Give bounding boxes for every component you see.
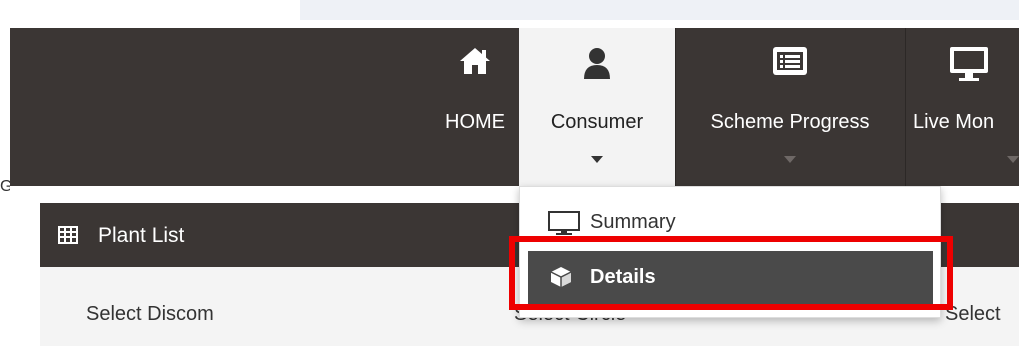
desktop-icon — [949, 46, 1019, 82]
nav-scheme-progress[interactable]: Scheme Progress — [675, 28, 905, 186]
left-edge-fragment: G — [0, 178, 10, 195]
panel-title: Plant List — [98, 224, 185, 247]
main-navbar: HOME Consumer Scheme Progress Live Mon — [10, 28, 1019, 186]
nav-scheme-progress-label: Scheme Progress — [710, 111, 870, 133]
select-third-label: Select — [945, 303, 1001, 325]
chevron-down-icon — [1007, 156, 1019, 163]
list-icon — [675, 46, 905, 76]
user-icon — [519, 46, 675, 80]
cube-icon — [550, 266, 572, 294]
menu-item-summary-label: Summary — [590, 211, 676, 233]
nav-home-label: HOME — [445, 111, 505, 133]
menu-item-details[interactable]: Details — [528, 251, 933, 305]
table-icon — [58, 226, 78, 249]
top-strip — [300, 0, 1019, 20]
chevron-down-icon — [591, 156, 603, 163]
home-icon — [427, 46, 523, 76]
menu-item-summary[interactable]: Summary — [520, 197, 940, 249]
select-discom-label: Select Discom — [86, 303, 214, 325]
nav-home[interactable]: HOME — [427, 28, 523, 186]
consumer-dropdown-menu: Summary Details — [519, 186, 941, 318]
menu-item-details-label: Details — [590, 266, 656, 288]
nav-live-monitoring[interactable]: Live Mon — [905, 28, 1019, 186]
nav-consumer[interactable]: Consumer — [519, 28, 675, 186]
chevron-down-icon — [784, 156, 796, 163]
desktop-icon — [548, 211, 580, 243]
nav-live-monitoring-label: Live Mon — [913, 111, 995, 133]
nav-consumer-label: Consumer — [550, 111, 644, 133]
